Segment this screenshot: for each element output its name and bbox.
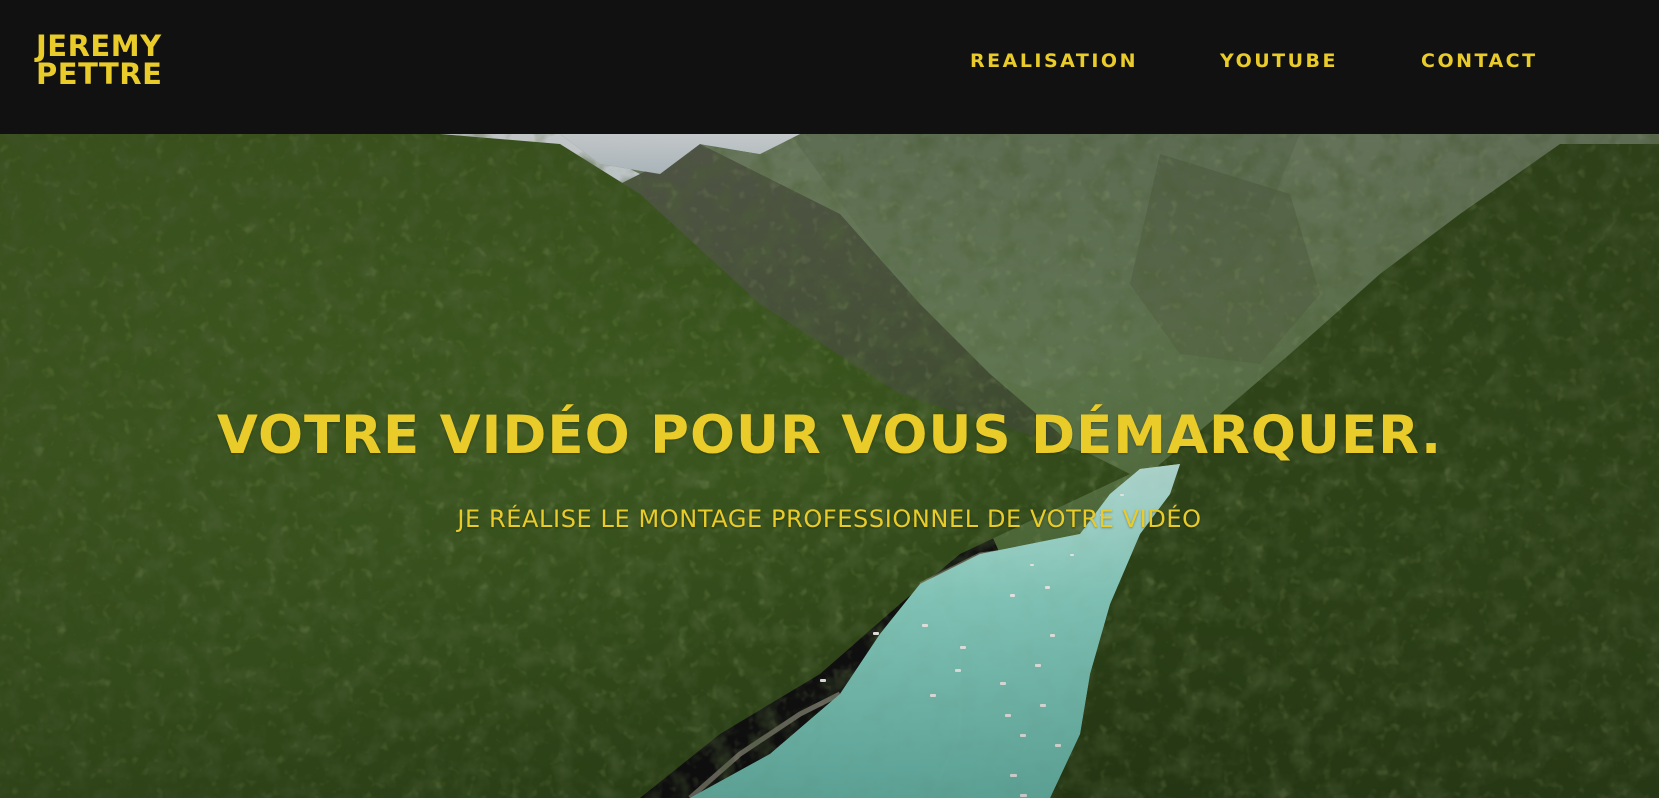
hero-title: VOTRE VIDÉO POUR VOUS DÉMARQUER. bbox=[216, 405, 1443, 466]
nav-link-contact[interactable]: CONTACT bbox=[1421, 49, 1538, 73]
nav-link-youtube[interactable]: YOUTUBE bbox=[1220, 49, 1338, 73]
hero-background-image bbox=[0, 134, 1659, 798]
main-navigation: REALISATION YOUTUBE CONTACT bbox=[0, 49, 1659, 73]
nav-link-realisation[interactable]: REALISATION bbox=[970, 49, 1138, 73]
site-header: JEREMY PETTRE REALISATION YOUTUBE CONTAC… bbox=[0, 0, 1659, 134]
hero-section: VOTRE VIDÉO POUR VOUS DÉMARQUER. JE RÉAL… bbox=[0, 134, 1659, 798]
hero-subtitle: JE RÉALISE LE MONTAGE PROFESSIONNEL DE V… bbox=[457, 505, 1202, 533]
